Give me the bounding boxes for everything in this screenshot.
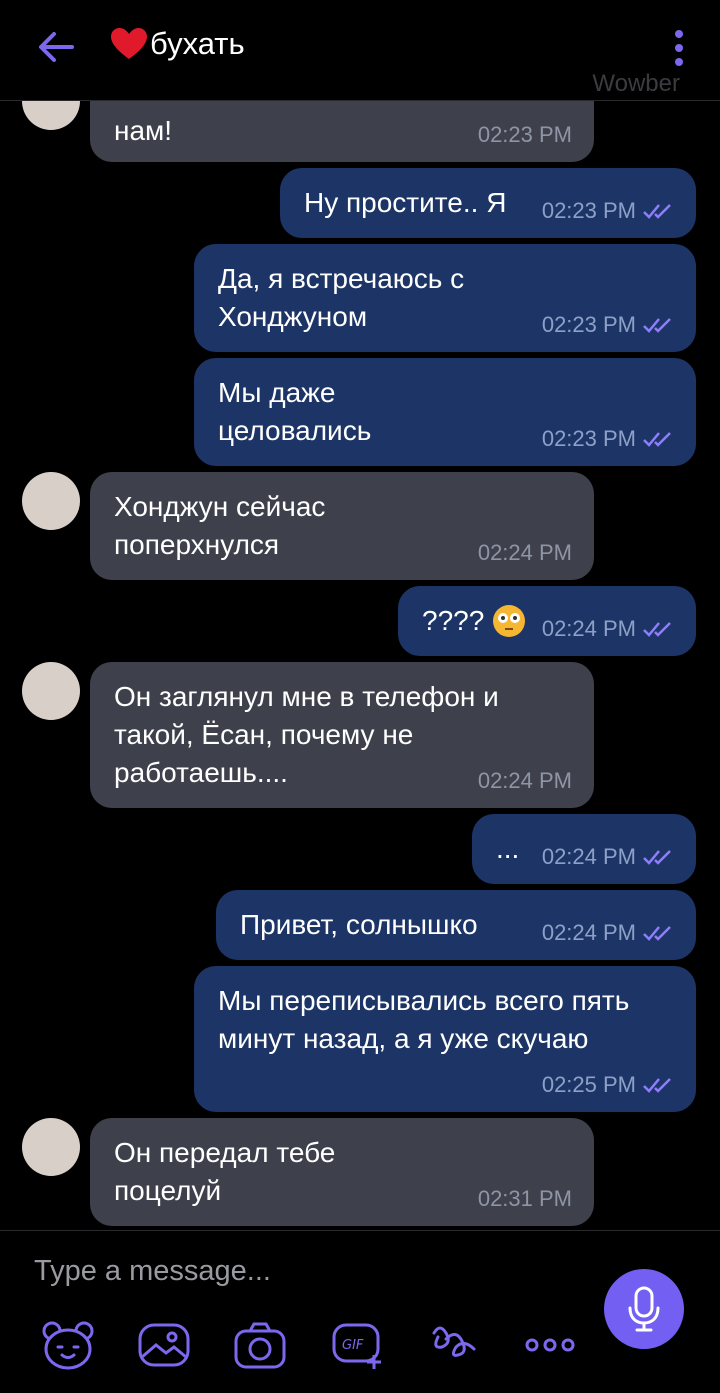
more-options-icon[interactable]: [522, 1319, 578, 1371]
message-meta: 02:23 PM: [542, 312, 674, 338]
double-check-icon: [643, 850, 671, 865]
double-check-icon: [643, 432, 671, 447]
message-bubble-incoming[interactable]: Он заглянул мне в телефон и такой, Ёсан,…: [90, 662, 594, 808]
message-bubble-incoming[interactable]: нам! 02:23 PM: [90, 100, 594, 162]
double-check-icon: [643, 926, 671, 941]
doodle-icon[interactable]: [426, 1319, 482, 1371]
more-vertical-icon[interactable]: [674, 30, 684, 66]
message-bubble-outgoing[interactable]: ???? 02:24 PM: [398, 586, 696, 656]
gallery-icon[interactable]: [136, 1319, 192, 1371]
back-arrow-icon[interactable]: [36, 30, 76, 64]
message-meta: 02:24 PM: [542, 844, 674, 870]
message-text: Мы даже целовались: [218, 377, 372, 446]
message-time: 02:25 PM: [541, 1072, 636, 1097]
voice-message-button[interactable]: [604, 1269, 684, 1349]
svg-text:GIF: GIF: [342, 1338, 364, 1353]
message-text: Он передал тебе поцелуй: [114, 1137, 336, 1206]
message-bubble-outgoing[interactable]: ... 02:24 PM: [472, 814, 696, 884]
message-composer: Type a message... GIF: [0, 1230, 720, 1393]
message-time: 02:24 PM: [541, 920, 636, 945]
message-list[interactable]: нам! 02:23 PM Ну простите.. Я 02:23 PM Д…: [0, 100, 720, 1230]
message-meta: 02:23 PM: [542, 426, 674, 452]
chat-header: бухать Wowber: [0, 0, 720, 101]
message-time: 02:23 PM: [541, 198, 636, 223]
message-input[interactable]: Type a message...: [34, 1255, 271, 1288]
double-check-icon: [643, 318, 671, 333]
message-time: 02:23 PM: [541, 426, 636, 451]
message-meta: 02:24 PM: [542, 920, 674, 946]
double-check-icon: [643, 622, 671, 637]
message-meta: 02:24 PM: [542, 616, 674, 642]
message-meta: 02:31 PM: [478, 1186, 572, 1212]
message-text: Он заглянул мне в телефон и такой, Ёсан,…: [114, 681, 499, 788]
gif-icon[interactable]: GIF: [330, 1319, 386, 1371]
message-bubble-outgoing[interactable]: Ну простите.. Я 02:23 PM: [280, 168, 696, 238]
message-time: 02:23 PM: [477, 122, 572, 147]
chat-title-text: бухать: [150, 26, 245, 61]
heart-icon: [111, 28, 147, 59]
message-text-content: ????: [422, 605, 485, 636]
sticker-bear-icon[interactable]: [40, 1319, 96, 1371]
message-bubble-outgoing[interactable]: Привет, солнышко 02:24 PM: [216, 890, 696, 960]
message-meta: 02:25 PM: [542, 1072, 674, 1098]
double-check-icon: [643, 204, 671, 219]
message-bubble-outgoing[interactable]: Да, я встречаюсь с Хонджуном 02:23 PM: [194, 244, 696, 352]
message-text: Хонджун сейчас поперхнулся: [114, 491, 326, 560]
microphone-icon: [628, 1286, 660, 1332]
message-bubble-outgoing[interactable]: Мы переписывались всего пять минут назад…: [194, 966, 696, 1112]
camera-icon[interactable]: [232, 1319, 288, 1371]
message-time: 02:24 PM: [541, 844, 636, 869]
message-time: 02:24 PM: [541, 616, 636, 641]
message-bubble-incoming[interactable]: Хонджун сейчас поперхнулся 02:24 PM: [90, 472, 594, 580]
message-time: 02:24 PM: [477, 540, 572, 565]
message-text: нам!: [114, 115, 173, 146]
flushed-face-icon: [493, 605, 526, 637]
message-bubble-incoming[interactable]: Он передал тебе поцелуй 02:31 PM: [90, 1118, 594, 1226]
avatar[interactable]: [22, 1118, 80, 1176]
message-time: 02:24 PM: [477, 768, 572, 793]
message-meta: 02:23 PM: [542, 198, 674, 224]
watermark: Wowber: [592, 70, 680, 97]
message-time: 02:23 PM: [541, 312, 636, 337]
message-meta: 02:24 PM: [478, 768, 572, 794]
message-bubble-outgoing[interactable]: Мы даже целовались 02:23 PM: [194, 358, 696, 466]
message-meta: 02:24 PM: [478, 540, 572, 566]
avatar[interactable]: [22, 100, 80, 130]
message-time: 02:31 PM: [477, 1186, 572, 1211]
message-meta: 02:23 PM: [478, 122, 572, 148]
avatar[interactable]: [22, 662, 80, 720]
message-text: Да, я встречаюсь с Хонджуном: [218, 263, 465, 332]
chat-title[interactable]: бухать: [110, 26, 245, 62]
double-check-icon: [643, 1078, 671, 1093]
message-text: Мы переписывались всего пять минут назад…: [218, 985, 630, 1054]
avatar[interactable]: [22, 472, 80, 530]
